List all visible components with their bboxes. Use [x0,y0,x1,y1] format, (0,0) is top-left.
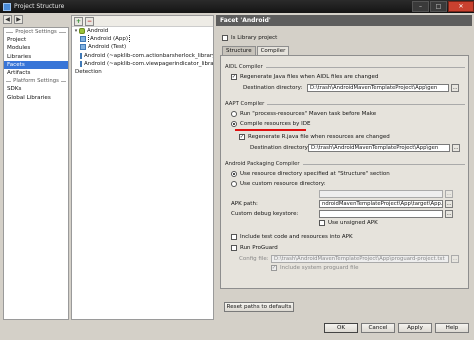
apply-button[interactable]: Apply [398,323,432,333]
reset-paths-button[interactable]: Reset paths to defaults [224,302,294,312]
close-button[interactable]: ✕ [448,1,474,12]
aapt-destination-field[interactable]: D:\trash\AndroidMavenTemplateProject\App… [308,143,450,152]
platform-settings-header: Platform Settings [4,77,68,85]
facet-icon [80,60,82,67]
aidl-regenerate-checkbox[interactable]: ✓ Regenerate Java files when AIDL files … [231,73,378,81]
browse-button[interactable]: … [445,209,453,218]
browse-button[interactable]: … [445,199,453,208]
custom-resource-field [319,189,443,198]
nav-item-facets[interactable]: Facets [4,60,68,70]
facet-title: Facet 'Android' [216,15,472,26]
apk-path-row: APK path: ndroidMavenTemplateProject\App… [231,199,453,208]
apk-path-field[interactable]: ndroidMavenTemplateProject\App\target\Ap… [319,199,443,208]
facet-settings-panel: Facet 'Android' Is Library project Struc… [216,15,472,320]
maximize-button[interactable]: □ [430,1,447,12]
aapt-destination-row: Destination directory: D:\trash\AndroidM… [250,143,460,152]
include-system-proguard-checkbox: ✓ Include system proguard file [271,264,359,271]
custom-keystore-row: Custom debug keystore: … [231,209,453,218]
compiler-tab-body: AIDL Compiler ✓ Regenerate Java files wh… [220,55,469,289]
app-icon [3,2,11,11]
ok-button[interactable]: OK [324,323,358,333]
unsigned-apk-checkbox[interactable]: Use unsigned APK [319,219,378,227]
run-maven-task-radio[interactable]: Run "process-resources" Maven task befor… [231,110,376,118]
aidl-destination-field[interactable]: D:\trash\AndroidMavenTemplateProject\App… [307,83,449,92]
nav-item-sdks[interactable]: SDKs [4,85,68,93]
nav-item-modules[interactable]: Modules [4,44,68,52]
packaging-group: Android Packaging Compiler [225,161,465,167]
compile-by-ide-radio[interactable]: Compile resources by IDE [231,120,310,128]
tree-root[interactable]: ▾ Android [72,27,213,35]
nav-item-libraries[interactable]: Libraries [4,53,68,61]
is-library-checkbox[interactable]: Is Library project [222,34,277,42]
settings-nav: Project Settings Project Modules Librari… [3,27,69,320]
aapt-group: AAPT Compiler [225,101,465,107]
tab-structure[interactable]: Structure [222,46,256,55]
run-proguard-checkbox[interactable]: Run ProGuard [231,244,278,252]
help-button[interactable]: Help [435,323,469,333]
facet-tree: + − ▾ Android Android (App) Android (Tes… [71,15,214,320]
use-custom-resource-radio[interactable]: Use custom resource directory: [231,180,326,188]
facet-icon [80,36,86,43]
browse-button[interactable]: … [451,83,459,92]
config-file-row: Config file: D:\trash\AndroidMavenTempla… [239,254,459,263]
minimize-button[interactable]: – [412,1,429,12]
aidl-group: AIDL Compiler [225,64,465,70]
nav-item-project[interactable]: Project [4,36,68,44]
nav-item-global-libraries[interactable]: Global Libraries [4,94,68,102]
cancel-button[interactable]: Cancel [361,323,395,333]
custom-resource-row: … [239,189,453,198]
tree-item-detection[interactable]: Detection [72,68,213,76]
regenerate-r-checkbox[interactable]: ✓ Regenerate R.java file when resources … [239,133,390,141]
use-structure-resource-radio[interactable]: Use resource directory specified at "Str… [231,170,390,178]
red-underline-annotation [235,129,306,131]
tree-item[interactable]: Android (Test) [72,43,213,51]
toolbar: ◀ ▶ [3,15,23,25]
browse-button[interactable]: … [452,143,460,152]
checkbox[interactable] [222,35,228,41]
browse-button: … [445,189,453,198]
remove-icon[interactable]: − [85,17,94,26]
nav-item-artifacts[interactable]: Artifacts [4,69,68,77]
custom-keystore-field[interactable] [319,209,443,218]
window-title: Project Structure [14,3,65,10]
android-icon [79,28,85,35]
forward-icon[interactable]: ▶ [14,15,23,24]
facet-icon [80,44,86,51]
browse-button: … [451,254,459,263]
title-bar: Project Structure – □ ✕ [0,0,474,13]
config-file-field: D:\trash\AndroidMavenTemplateProject\App… [271,254,449,263]
tree-item[interactable]: Android (~apklib-com.actionbarsherlock_l… [72,52,213,60]
include-test-checkbox[interactable]: Include test code and resources into APK [231,233,353,241]
project-settings-header: Project Settings [4,28,68,36]
aidl-destination-row: Destination directory: D:\trash\AndroidM… [243,83,459,92]
back-icon[interactable]: ◀ [3,15,12,24]
add-icon[interactable]: + [74,17,83,26]
tree-item[interactable]: Android (~apklib-com.viewpagerindicator_… [72,60,213,68]
facet-icon [80,52,82,59]
tree-item[interactable]: Android (App) [72,35,213,44]
